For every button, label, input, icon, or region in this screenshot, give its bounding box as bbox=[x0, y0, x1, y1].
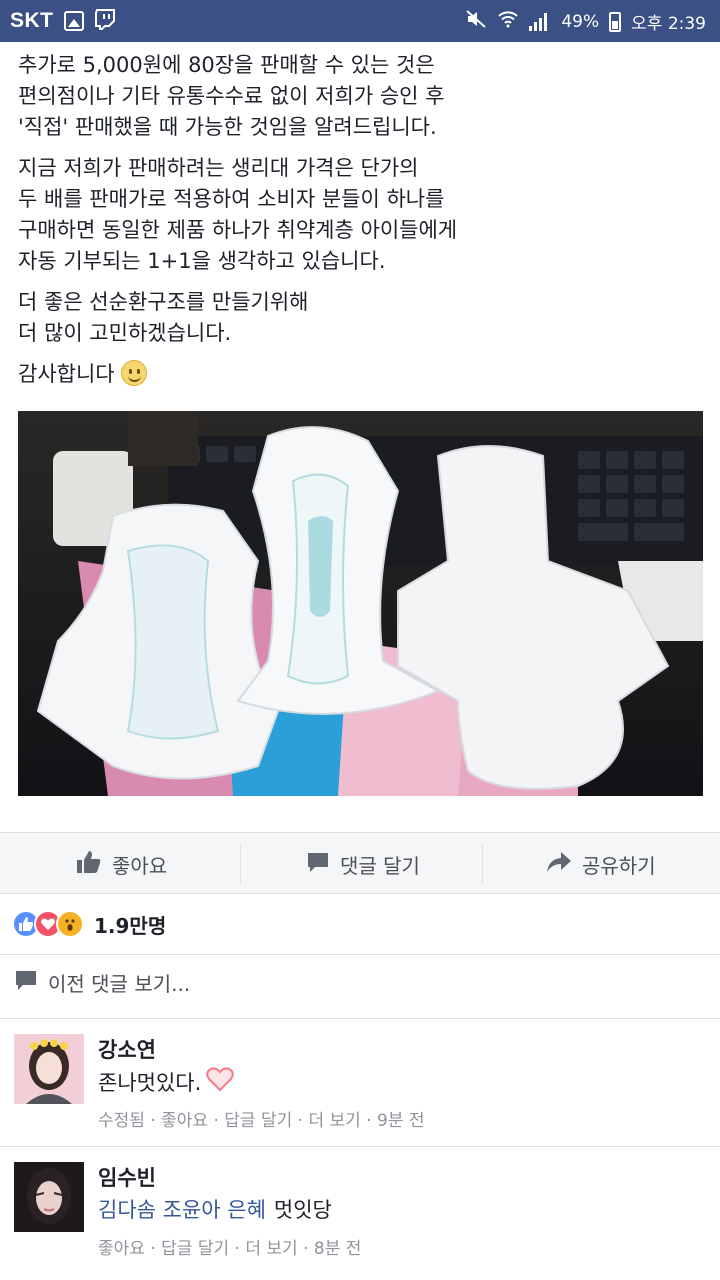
divider bbox=[482, 845, 483, 883]
post-paragraph: 지금 저희가 판매하려는 생리대 가격은 단가의 두 배를 판매가로 적용하여 … bbox=[18, 153, 708, 277]
comment-text: 김다솜 조윤아 은혜 멋잇당 bbox=[98, 1194, 332, 1224]
comment-meta: 좋아요 · 답글 달기 · 더 보기 · 8분 전 bbox=[98, 1239, 362, 1259]
view-previous-comments-link[interactable]: 이전 댓글 보기... bbox=[14, 968, 190, 997]
sanitary-pads-photo bbox=[18, 411, 703, 796]
post-line: 편의점이나 기타 유통수수료 없이 저희가 승인 후 bbox=[18, 84, 445, 108]
comment-meta: 수정됨 · 좋아요 · 답글 달기 · 더 보기 · 9분 전 bbox=[98, 1111, 425, 1131]
smile-emoji-icon bbox=[121, 360, 148, 386]
divider bbox=[0, 1146, 720, 1147]
post-action-bar: 좋아요 댓글 달기 공유하기 bbox=[0, 832, 720, 894]
tagged-friends-link[interactable]: 김다솜 조윤아 은혜 bbox=[98, 1194, 266, 1224]
status-bar: SKT 49% 오후 2:39 bbox=[0, 0, 720, 42]
comment-bubble-icon bbox=[14, 968, 38, 997]
post-photo[interactable] bbox=[18, 411, 703, 796]
reaction-summary[interactable]: 1.9만명 bbox=[12, 905, 166, 943]
share-arrow-icon bbox=[546, 851, 572, 878]
post-line: 지금 저희가 판매하려는 생리대 가격은 단가의 bbox=[18, 156, 419, 180]
like-label: 좋아요 bbox=[112, 853, 168, 878]
comment-label: 댓글 달기 bbox=[340, 853, 420, 878]
battery-percent: 49% bbox=[561, 11, 600, 32]
battery-icon bbox=[609, 11, 622, 32]
edited-label[interactable]: 수정됨 bbox=[98, 1111, 145, 1131]
comment-reply-link[interactable]: 답글 달기 bbox=[224, 1111, 292, 1131]
post-line: 두 배를 판매가로 적용하여 소비자 분들이 하나를 bbox=[18, 187, 445, 211]
comment-reply-link[interactable]: 답글 달기 bbox=[161, 1239, 229, 1259]
comment-timestamp: 9분 전 bbox=[377, 1111, 425, 1131]
post-line: 추가로 5,000원에 80장을 판매할 수 있는 것은 bbox=[18, 53, 435, 77]
comment-like-link[interactable]: 좋아요 bbox=[98, 1239, 145, 1259]
carrier-label: SKT bbox=[10, 9, 54, 32]
comment-body: 존나멋있다. bbox=[98, 1070, 202, 1095]
heart-outline-icon bbox=[205, 1066, 235, 1097]
gallery-icon bbox=[63, 11, 84, 31]
comment-bubble-icon bbox=[306, 850, 330, 879]
wifi-icon bbox=[497, 9, 519, 34]
divider bbox=[0, 954, 720, 955]
post-line: 더 많이 고민하겠습니다. bbox=[18, 321, 232, 345]
mute-icon bbox=[465, 9, 487, 34]
comment-button[interactable]: 댓글 달기 bbox=[306, 833, 420, 895]
post-closing: 감사합니다 bbox=[18, 359, 708, 390]
post-body: 추가로 5,000원에 80장을 판매할 수 있는 것은 편의점이나 기타 유통… bbox=[18, 50, 708, 400]
divider bbox=[0, 1018, 720, 1019]
post-paragraph: 추가로 5,000원에 80장을 판매할 수 있는 것은 편의점이나 기타 유통… bbox=[18, 50, 708, 143]
reaction-count: 1.9만명 bbox=[94, 913, 167, 938]
comment-text: 존나멋있다. bbox=[98, 1066, 235, 1097]
post-line: 구매하면 동일한 제품 하나가 취약계층 아이들에게 bbox=[18, 218, 458, 242]
clock: 오후 2:39 bbox=[631, 14, 706, 34]
comment-like-link[interactable]: 좋아요 bbox=[161, 1111, 208, 1131]
comment-more-link[interactable]: 더 보기 bbox=[308, 1111, 360, 1131]
view-previous-comments-label: 이전 댓글 보기... bbox=[48, 972, 191, 996]
comment-more-link[interactable]: 더 보기 bbox=[245, 1239, 297, 1259]
post-paragraph: 더 좋은 선순환구조를 만들기위해 더 많이 고민하겠습니다. bbox=[18, 287, 708, 349]
post-line: 더 좋은 선순환구조를 만들기위해 bbox=[18, 290, 309, 314]
comment-body: 멋잇당 bbox=[273, 1198, 332, 1222]
comment-author[interactable]: 강소연 bbox=[98, 1034, 156, 1064]
wow-reaction-icon bbox=[56, 910, 84, 938]
share-button[interactable]: 공유하기 bbox=[546, 833, 656, 895]
share-label: 공유하기 bbox=[582, 853, 656, 878]
post-line: '직접' 판매했을 때 가능한 것임을 알려드립니다. bbox=[18, 115, 437, 139]
closing-text: 감사합니다 bbox=[18, 362, 115, 386]
avatar[interactable] bbox=[14, 1162, 84, 1232]
like-button[interactable]: 좋아요 bbox=[76, 833, 167, 895]
comment-timestamp: 8분 전 bbox=[313, 1239, 362, 1259]
comment-author[interactable]: 임수빈 bbox=[98, 1162, 156, 1192]
thumbs-up-icon bbox=[76, 850, 102, 879]
twitch-icon bbox=[94, 8, 116, 34]
avatar[interactable] bbox=[14, 1034, 84, 1104]
post-line: 자동 기부되는 1+1을 생각하고 있습니다. bbox=[18, 249, 386, 273]
signal-icon bbox=[529, 12, 551, 31]
divider bbox=[240, 845, 241, 883]
